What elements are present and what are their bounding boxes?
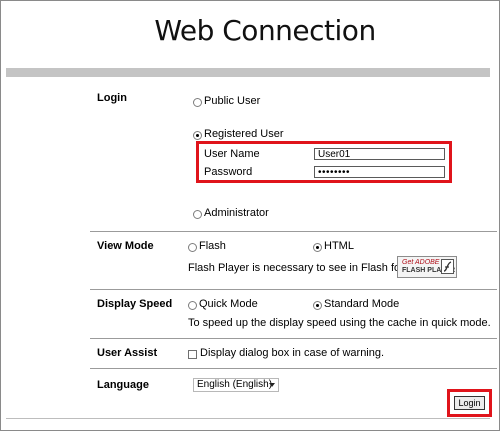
administrator-label: Administrator	[204, 207, 269, 219]
get-flash-player-badge[interactable]: Get ADOBE FLASH PLAYER	[397, 256, 457, 278]
display-speed-label: Display Speed	[97, 298, 173, 310]
divider-login	[90, 231, 497, 232]
flash-note: Flash Player is necessary to see in Flas…	[188, 262, 417, 274]
language-selected-value: English (English)	[197, 379, 273, 390]
login-button[interactable]: Login	[454, 396, 485, 410]
flash-radio[interactable]	[188, 243, 197, 252]
html-label: HTML	[324, 240, 354, 252]
language-label: Language	[97, 379, 149, 391]
display-speed-note: To speed up the display speed using the …	[188, 317, 491, 329]
view-mode-label: View Mode	[97, 240, 154, 252]
header-bar	[6, 68, 490, 77]
user-assist-label: User Assist	[97, 347, 158, 359]
standard-mode-label: Standard Mode	[324, 298, 400, 310]
badge-line1: Get ADOBE	[402, 259, 440, 266]
chevron-down-icon	[269, 383, 275, 387]
footer-line	[6, 418, 490, 419]
registered-user-label: Registered User	[204, 128, 284, 140]
divider-user-assist	[90, 368, 497, 369]
quick-mode-label: Quick Mode	[199, 298, 258, 310]
warning-dialog-text: Display dialog box in case of warning.	[200, 347, 385, 359]
public-user-label: Public User	[204, 95, 261, 107]
divider-view-mode	[90, 289, 497, 290]
user-name-label: User Name	[204, 148, 260, 160]
administrator-radio[interactable]	[193, 210, 202, 219]
login-section-label: Login	[97, 92, 127, 104]
html-radio[interactable]	[313, 243, 322, 252]
flash-logo-icon	[441, 259, 454, 274]
standard-mode-radio[interactable]	[313, 301, 322, 310]
page-title: Web Connection	[154, 14, 376, 47]
quick-mode-radio[interactable]	[188, 301, 197, 310]
flash-label: Flash	[199, 240, 226, 252]
registered-user-radio[interactable]	[193, 131, 202, 140]
language-select[interactable]: English (English)	[193, 378, 279, 392]
divider-display-speed	[90, 338, 497, 339]
user-name-input[interactable]: User01	[314, 148, 445, 160]
password-label: Password	[204, 166, 253, 178]
warning-dialog-checkbox[interactable]	[188, 350, 197, 359]
public-user-radio[interactable]	[193, 98, 202, 107]
password-input[interactable]: ••••••••	[314, 166, 445, 178]
